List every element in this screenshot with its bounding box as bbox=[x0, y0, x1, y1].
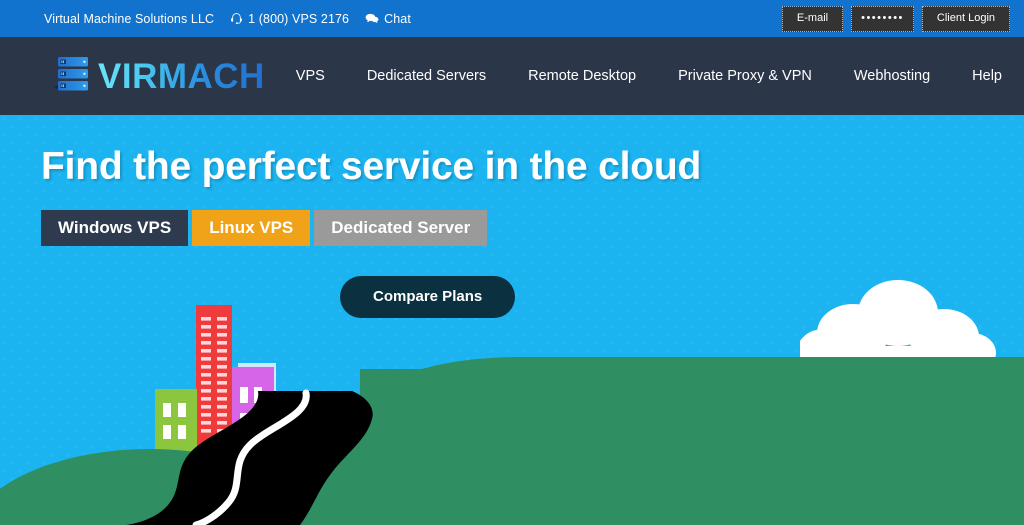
tab-dedicated-server[interactable]: Dedicated Server bbox=[314, 209, 488, 246]
nav-item-webhosting[interactable]: Webhosting bbox=[854, 68, 930, 84]
hero-service-tabs: Windows VPS Linux VPS Dedicated Server bbox=[41, 209, 741, 246]
topbar-left-group: Virtual Machine Solutions LLC 1 (800) VP… bbox=[44, 12, 411, 26]
phone-link[interactable]: 1 (800) VPS 2176 bbox=[230, 12, 349, 26]
headset-icon bbox=[230, 12, 243, 25]
email-button[interactable]: E-mail bbox=[781, 5, 844, 32]
nav-item-remote-desktop[interactable]: Remote Desktop bbox=[528, 68, 636, 84]
chat-bubble-icon bbox=[365, 12, 379, 25]
top-utility-bar: Virtual Machine Solutions LLC 1 (800) VP… bbox=[0, 0, 1024, 37]
logo-wordmark: VIRMACH bbox=[98, 56, 265, 96]
tab-linux-vps[interactable]: Linux VPS bbox=[192, 209, 311, 246]
landscape-illustration bbox=[0, 295, 1024, 525]
topbar-right-group: E-mail •••••••• Client Login bbox=[781, 5, 1010, 32]
nav-item-help[interactable]: Help bbox=[972, 68, 1002, 84]
cta-container: Compare Plans bbox=[41, 275, 741, 318]
company-name: Virtual Machine Solutions LLC bbox=[44, 11, 215, 26]
hero-content: Find the perfect service in the cloud Wi… bbox=[41, 145, 741, 318]
chat-label: Chat bbox=[384, 11, 411, 26]
nav-item-vps[interactable]: VPS bbox=[296, 68, 325, 84]
masked-button[interactable]: •••••••• bbox=[851, 5, 914, 32]
main-navigation-bar: VIRMACH VPS Dedicated Servers Remote Des… bbox=[0, 37, 1024, 115]
hero-banner: Find the perfect service in the cloud Wi… bbox=[0, 115, 1024, 525]
tab-windows-vps[interactable]: Windows VPS bbox=[41, 209, 189, 246]
client-login-button[interactable]: Client Login bbox=[921, 5, 1010, 32]
compare-plans-button[interactable]: Compare Plans bbox=[340, 275, 516, 318]
site-logo[interactable]: VIRMACH bbox=[52, 53, 265, 100]
phone-number: 1 (800) VPS 2176 bbox=[248, 11, 350, 26]
nav-links: VPS Dedicated Servers Remote Desktop Pri… bbox=[296, 68, 1002, 84]
server-stack-icon bbox=[52, 53, 92, 100]
hero-headline: Find the perfect service in the cloud bbox=[41, 145, 702, 188]
nav-item-dedicated-servers[interactable]: Dedicated Servers bbox=[367, 68, 486, 84]
nav-item-private-proxy-vpn[interactable]: Private Proxy & VPN bbox=[678, 68, 812, 84]
page-root: Virtual Machine Solutions LLC 1 (800) VP… bbox=[0, 0, 1024, 525]
chat-link[interactable]: Chat bbox=[365, 12, 411, 26]
